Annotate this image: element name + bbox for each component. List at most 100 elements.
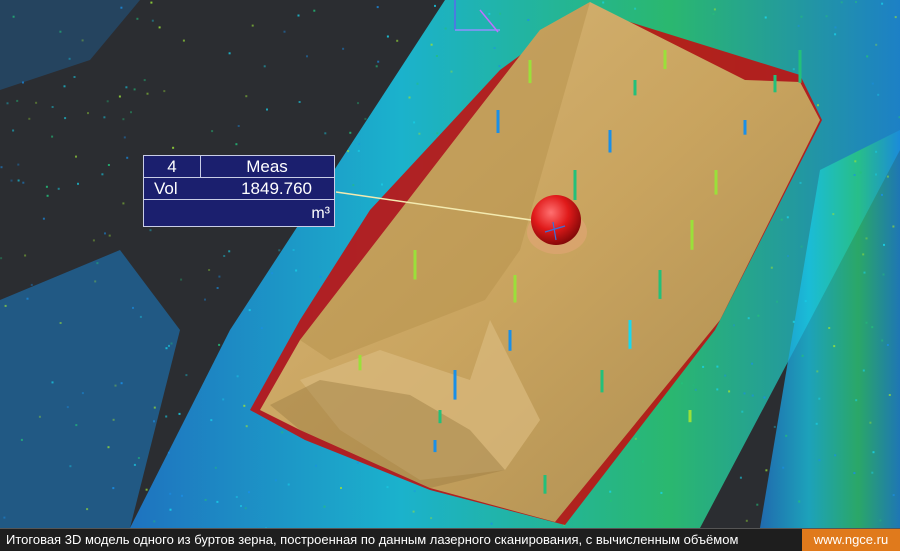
point-speck (866, 55, 868, 57)
point-speck (159, 26, 161, 28)
point-speck (377, 6, 379, 8)
point-speck (124, 136, 126, 138)
point-speck (818, 459, 820, 461)
point-speck (17, 164, 19, 166)
point-speck (776, 301, 778, 303)
point-speck (122, 118, 124, 120)
point-speck (781, 219, 783, 221)
point-speck (215, 467, 217, 469)
point-speck (146, 489, 148, 491)
point-speck (147, 93, 149, 95)
point-speck (126, 157, 128, 159)
point-speck (716, 388, 718, 390)
point-speck (22, 182, 24, 184)
point-speck (27, 298, 29, 300)
point-speck (871, 326, 873, 328)
point-speck (313, 10, 315, 12)
point-speck (895, 16, 897, 18)
point-speck (869, 422, 871, 424)
point-speck (805, 300, 807, 302)
point-speck (170, 509, 172, 511)
point-speck (236, 496, 238, 498)
point-speck (817, 104, 819, 106)
caption-bar: Итоговая 3D модель одного из буртов зерн… (0, 528, 900, 551)
point-speck (217, 287, 219, 289)
measurement-unit: m³ (311, 204, 330, 224)
point-speck (86, 508, 88, 510)
point-speck (881, 340, 883, 342)
point-speck (436, 55, 438, 57)
point-speck (860, 172, 862, 174)
point-speck (324, 506, 326, 508)
point-speck (75, 424, 77, 426)
point-speck (249, 309, 251, 311)
caption-text: Итоговая 3D модель одного из буртов зерн… (6, 532, 738, 547)
point-speck (136, 18, 138, 20)
point-speck (52, 106, 54, 108)
site-link[interactable]: www.ngce.ru (802, 529, 900, 551)
point-speck (210, 419, 212, 421)
point-speck (879, 519, 881, 521)
point-speck (60, 322, 62, 324)
point-speck (101, 173, 103, 175)
point-speck (887, 176, 889, 178)
point-speck (112, 487, 114, 489)
point-speck (150, 229, 152, 231)
point-speck (223, 255, 225, 257)
point-speck (59, 31, 61, 33)
point-speck (872, 83, 874, 85)
point-speck (785, 435, 787, 437)
point-speck (235, 143, 237, 145)
point-speck (387, 36, 389, 38)
point-speck (430, 517, 432, 519)
measurement-label[interactable]: 4 Meas Vol 1849.760 m³ (143, 155, 335, 227)
point-speck (832, 213, 834, 215)
point-speck (841, 1, 843, 3)
point-speck (12, 130, 14, 132)
point-speck (873, 451, 875, 453)
point-speck (751, 363, 753, 365)
measurement-value-row: Vol 1849.760 (144, 178, 334, 200)
point-speck (163, 90, 165, 92)
point-speck (357, 102, 359, 104)
measurement-unit-row: m³ (144, 200, 334, 226)
point-speck (240, 505, 242, 507)
point-speck (881, 194, 883, 196)
point-speck (499, 13, 501, 15)
point-speck (107, 100, 109, 102)
point-speck (229, 52, 231, 54)
point-speck (381, 184, 383, 186)
point-speck (11, 180, 13, 182)
point-speck (358, 150, 360, 152)
point-speck (281, 431, 283, 433)
point-speck (58, 188, 60, 190)
point-speck (264, 65, 266, 67)
point-speck (855, 1, 857, 3)
point-speck (816, 423, 818, 425)
point-speck (228, 250, 230, 252)
point-speck (28, 118, 30, 120)
point-speck (205, 499, 207, 501)
point-speck (418, 133, 420, 135)
point-speck (7, 102, 9, 104)
point-speck (150, 2, 152, 4)
point-speck (887, 344, 889, 346)
point-speck (134, 88, 136, 90)
point-speck (153, 420, 155, 422)
point-speck (109, 235, 111, 237)
point-speck (295, 270, 297, 272)
point-speck (881, 3, 883, 5)
point-speck (828, 327, 830, 329)
point-speck (826, 15, 828, 17)
point-speck (248, 491, 250, 493)
point-speck (892, 226, 894, 228)
point-speck (261, 327, 263, 329)
point-speck (855, 399, 857, 401)
point-speck (714, 8, 716, 10)
point-speck (787, 255, 789, 257)
point-speck (22, 82, 24, 84)
point-speck (46, 186, 48, 188)
point-speck (125, 86, 127, 88)
point-speck (31, 284, 33, 286)
point-speck (5, 305, 7, 307)
